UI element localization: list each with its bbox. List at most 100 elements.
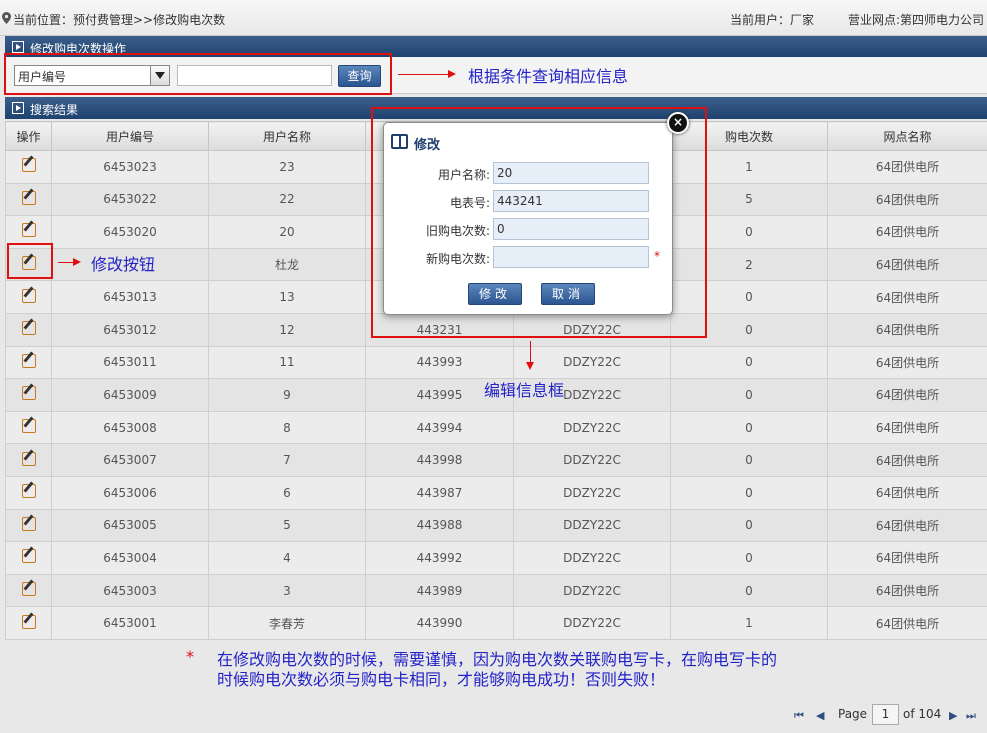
user-name-cell: 3 xyxy=(208,573,366,608)
action-cell xyxy=(5,573,52,608)
annotation-query: 根据条件查询相应信息 xyxy=(468,67,629,86)
edit-icon[interactable] xyxy=(21,516,36,531)
user-name-cell: 8 xyxy=(208,410,366,445)
edit-icon[interactable] xyxy=(21,484,36,499)
meter-type-cell: DDZY22C xyxy=(513,573,671,608)
edit-icon[interactable] xyxy=(21,419,36,434)
meter-no-cell: 443994 xyxy=(365,410,514,445)
edit-icon[interactable] xyxy=(21,190,36,205)
field-user-name: 用户名称: 20 xyxy=(384,162,674,184)
purchase-count-cell: 0 xyxy=(670,541,828,575)
user-id-cell: 6453001 xyxy=(51,606,209,640)
top-bar: 当前位置：预付费管理>>修改购电次数 当前用户：厂家 营业网点:第四师电力公司 xyxy=(0,0,987,36)
field-label: 旧购电次数: xyxy=(425,224,490,238)
prev-page-icon[interactable]: ◀ xyxy=(816,709,824,722)
table-row: 6453005 5 443988 DDZY22C 0 64团供电所 xyxy=(5,508,987,543)
meter-no-cell: 443989 xyxy=(365,573,514,608)
next-page-icon[interactable]: ▶ xyxy=(949,709,957,722)
edit-icon[interactable] xyxy=(21,451,36,466)
user-id-cell: 6453004 xyxy=(51,541,209,575)
purchase-count-cell: 0 xyxy=(670,508,828,543)
site-cell: 64团供电所 xyxy=(827,345,987,380)
action-cell xyxy=(5,443,52,477)
user-name-cell: 13 xyxy=(208,280,366,314)
user-name-cell: 杜龙 xyxy=(208,247,366,282)
close-icon[interactable]: × xyxy=(667,112,689,134)
dialog-title: 修改 xyxy=(414,138,441,153)
edit-icon[interactable] xyxy=(21,288,36,303)
user-id-cell: 6453003 xyxy=(51,573,209,608)
table-row: 6453007 7 443998 DDZY22C 0 64团供电所 xyxy=(5,443,987,477)
edit-dialog: 修改 用户名称: 20 电表号: 443241 旧购电次数: 0 新购电次数: … xyxy=(383,122,673,315)
edit-icon[interactable] xyxy=(21,321,36,336)
edit-icon[interactable] xyxy=(21,353,36,368)
location-pin-icon xyxy=(2,12,11,24)
edit-icon[interactable] xyxy=(21,386,36,401)
action-cell xyxy=(5,508,52,543)
old-count-input[interactable]: 0 xyxy=(493,218,649,240)
first-page-icon[interactable]: ⏮ xyxy=(794,709,804,723)
required-mark: * xyxy=(654,249,660,263)
cancel-button[interactable]: 取消 xyxy=(541,283,595,305)
site-cell: 64团供电所 xyxy=(827,378,987,412)
user-name-cell: 23 xyxy=(208,150,366,184)
user-id-cell: 6453022 xyxy=(51,182,209,217)
col-header-user-name[interactable]: 用户名称 xyxy=(208,121,366,151)
user-id-cell: 6453012 xyxy=(51,312,209,347)
purchase-count-cell: 0 xyxy=(670,410,828,445)
user-id-cell: 6453009 xyxy=(51,378,209,412)
user-id-cell: 6453005 xyxy=(51,508,209,543)
meter-no-cell: 443987 xyxy=(365,475,514,510)
edit-icon[interactable] xyxy=(21,549,36,564)
action-cell xyxy=(5,150,52,184)
user-name-input[interactable]: 20 xyxy=(493,162,649,184)
site-cell: 64团供电所 xyxy=(827,280,987,314)
meter-no-input[interactable]: 443241 xyxy=(493,190,649,212)
collapse-icon[interactable] xyxy=(12,102,24,114)
book-icon xyxy=(391,134,408,149)
user-name-cell: 20 xyxy=(208,215,366,249)
page-number-input[interactable]: 1 xyxy=(872,704,899,725)
note-star: * xyxy=(186,647,194,666)
save-button[interactable]: 修改 xyxy=(468,283,522,305)
table-row: 6453006 6 443987 DDZY22C 0 64团供电所 xyxy=(5,475,987,510)
edit-icon[interactable] xyxy=(21,158,36,173)
field-label: 新购电次数: xyxy=(425,252,490,266)
user-id-cell: 6453006 xyxy=(51,475,209,510)
site-cell: 64团供电所 xyxy=(827,247,987,282)
site-cell: 64团供电所 xyxy=(827,541,987,575)
col-header-action[interactable]: 操作 xyxy=(5,121,52,151)
meter-type-cell: DDZY22C xyxy=(513,541,671,575)
meter-no-cell: 443992 xyxy=(365,541,514,575)
table-row: 6453011 11 443993 DDZY22C 0 64团供电所 xyxy=(5,345,987,380)
new-count-input[interactable] xyxy=(493,246,649,268)
table-row: 6453008 8 443994 DDZY22C 0 64团供电所 xyxy=(5,410,987,445)
annotation-arrow-icon xyxy=(526,362,534,370)
annotation-box-search xyxy=(4,53,392,95)
action-cell xyxy=(5,378,52,412)
col-header-user-id[interactable]: 用户编号 xyxy=(51,121,209,151)
user-id-cell: 6453013 xyxy=(51,280,209,314)
user-name-cell: 李春芳 xyxy=(208,606,366,640)
user-id-cell: 6453007 xyxy=(51,443,209,477)
site-cell: 64团供电所 xyxy=(827,606,987,640)
user-name-cell: 5 xyxy=(208,508,366,543)
user-id-cell: 6453008 xyxy=(51,410,209,445)
edit-icon[interactable] xyxy=(21,223,36,238)
site-cell: 64团供电所 xyxy=(827,573,987,608)
last-page-icon[interactable]: ⏭ xyxy=(966,709,976,723)
user-name-cell: 11 xyxy=(208,345,366,380)
site-cell: 64团供电所 xyxy=(827,443,987,477)
annotation-line xyxy=(530,341,531,363)
user-name-cell: 7 xyxy=(208,443,366,477)
collapse-icon[interactable] xyxy=(12,41,24,53)
purchase-count-cell: 1 xyxy=(670,606,828,640)
current-user: 当前用户：厂家 xyxy=(730,13,815,27)
edit-icon[interactable] xyxy=(21,582,36,597)
col-header-site[interactable]: 网点名称 xyxy=(827,121,987,151)
annotation-arrow-icon xyxy=(448,70,456,78)
action-cell xyxy=(5,475,52,510)
purchase-count-cell: 0 xyxy=(670,443,828,477)
edit-icon[interactable] xyxy=(21,614,36,629)
action-cell xyxy=(5,410,52,445)
